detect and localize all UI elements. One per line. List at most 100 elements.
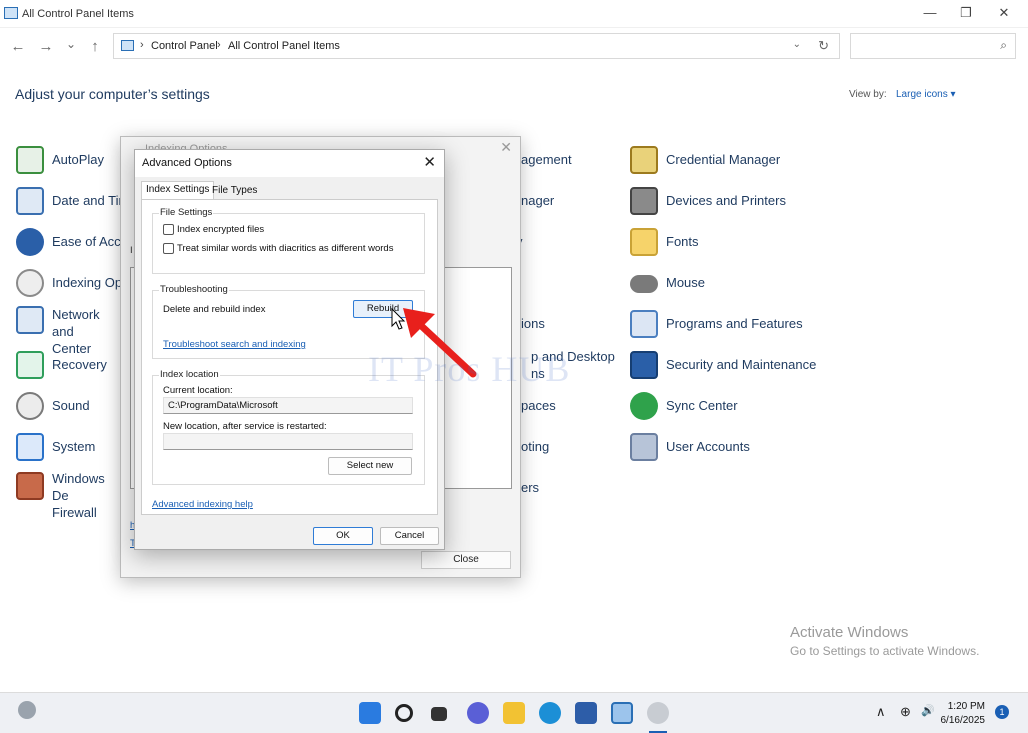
checkbox[interactable] (163, 243, 174, 254)
breadcrumb-control-panel[interactable]: Control Panel (151, 40, 218, 52)
chevron-down-icon[interactable]: ⌄ (793, 39, 801, 50)
index-location-group: Index location Current location: C:\Prog… (152, 369, 425, 485)
cp-item-ease-of-access[interactable]: Ease of Acce (16, 228, 128, 262)
search-icon[interactable] (395, 704, 413, 722)
cp-item-recovery[interactable]: Recovery (16, 351, 116, 385)
indexing-options-icon[interactable] (647, 702, 669, 724)
activation-subtitle: Go to Settings to activate Windows. (790, 644, 980, 658)
globe-icon[interactable]: ⊕ (900, 704, 911, 720)
firewall-icon (16, 472, 44, 500)
devices-printers-icon (630, 187, 658, 215)
cp-item-fragment[interactable]: oting (521, 438, 549, 455)
forward-button[interactable]: → (37, 38, 55, 55)
title-bar: All Control Panel Items — ❐ ✕ (0, 0, 1028, 28)
cp-item-sound[interactable]: Sound (16, 392, 116, 426)
navigation-bar: ← → ⌄ ↑ › Control Panel › All Control Pa… (0, 28, 1028, 68)
checkbox[interactable] (163, 224, 174, 235)
cp-item-user-accounts[interactable]: User Accounts (630, 433, 830, 467)
cp-item-network[interactable]: Network and Center (16, 306, 116, 356)
edge-icon[interactable] (539, 702, 561, 724)
refresh-icon[interactable]: ↻ (818, 38, 829, 54)
mouse-icon (630, 275, 658, 293)
cp-item-fragment[interactable]: ions (521, 315, 545, 332)
sound-icon (16, 392, 44, 420)
speaker-icon[interactable]: 🔊 (921, 704, 935, 717)
new-location-field (163, 433, 413, 450)
file-explorer-icon[interactable] (503, 702, 525, 724)
minimize-button[interactable]: — (915, 4, 945, 22)
search-input[interactable]: ⌕ (850, 33, 1016, 59)
security-maintenance-icon (630, 351, 658, 379)
store-icon[interactable] (575, 702, 597, 724)
rebuild-description: Delete and rebuild index (163, 304, 266, 315)
view-by-label: View by: (849, 89, 887, 100)
ease-of-access-icon (16, 228, 44, 256)
chat-icon[interactable] (467, 702, 489, 724)
close-button[interactable]: ✕ (989, 4, 1019, 22)
page-title: Adjust your computer’s settings (15, 86, 210, 102)
back-button[interactable]: ← (9, 38, 27, 55)
recent-locations-button[interactable]: ⌄ (62, 37, 80, 51)
task-view-icon[interactable] (431, 707, 447, 721)
cp-item-credential-manager[interactable]: Credential Manager (630, 146, 830, 180)
advanced-help-link[interactable]: Advanced indexing help (152, 499, 253, 510)
cp-item-fragment[interactable]: paces (521, 397, 556, 414)
cp-item-system[interactable]: System (16, 433, 116, 467)
cp-item-sync-center[interactable]: Sync Center (630, 392, 830, 426)
dialog-title: Advanced Options (142, 157, 232, 169)
programs-features-icon (630, 310, 658, 338)
cp-item-fonts[interactable]: Fonts (630, 228, 830, 262)
dialog-text-fragment: I (130, 245, 133, 256)
up-button[interactable]: ↑ (86, 38, 104, 55)
close-dialog-button[interactable]: Close (421, 551, 511, 569)
window-title: All Control Panel Items (22, 8, 134, 20)
close-icon[interactable]: ✕ (500, 139, 512, 156)
troubleshoot-link[interactable]: Troubleshoot search and indexing (163, 339, 306, 350)
clock[interactable]: 1:20 PM 6/16/2025 (941, 700, 986, 728)
cp-item-autoplay[interactable]: AutoPlay (16, 146, 116, 180)
cp-item-fragment[interactable]: nager (521, 192, 554, 209)
cp-item-fragment[interactable]: agement (521, 151, 572, 168)
ok-button[interactable]: OK (313, 527, 373, 545)
view-by-dropdown[interactable]: Large icons ▾ (896, 89, 956, 100)
current-location-field: C:\ProgramData\Microsoft (163, 397, 413, 414)
breadcrumb-separator: › (217, 39, 221, 51)
index-encrypted-checkbox[interactable]: Index encrypted files (163, 224, 264, 238)
control-panel-icon[interactable] (611, 702, 633, 724)
cp-item-devices-printers[interactable]: Devices and Printers (630, 187, 830, 221)
tab-file-types[interactable]: File Types (208, 183, 261, 200)
cp-item-fragment[interactable]: ers (521, 479, 539, 496)
tab-index-settings[interactable]: Index Settings (141, 181, 215, 200)
activation-title: Activate Windows (790, 624, 909, 641)
cp-item-programs-features[interactable]: Programs and Features (630, 310, 830, 344)
cp-item-firewall[interactable]: Windows De Firewall (16, 470, 116, 520)
select-new-button[interactable]: Select new (328, 457, 412, 475)
close-icon[interactable]: ✕ (423, 153, 436, 171)
group-title: File Settings (159, 207, 214, 218)
cp-item-indexing-options[interactable]: Indexing Op (16, 269, 122, 303)
search-icon: ⌕ (1000, 38, 1007, 52)
breadcrumb-all-items[interactable]: All Control Panel Items (228, 40, 340, 52)
control-panel-icon (4, 7, 18, 19)
system-icon (16, 433, 44, 461)
diacritics-checkbox[interactable]: Treat similar words with diacritics as d… (163, 243, 393, 257)
notification-badge[interactable]: 1 (995, 705, 1009, 719)
sync-center-icon (630, 392, 658, 420)
date-time-icon (16, 187, 44, 215)
maximize-button[interactable]: ❐ (951, 4, 981, 22)
credential-manager-icon (630, 146, 658, 174)
weather-icon[interactable] (18, 701, 36, 719)
start-icon[interactable] (359, 702, 381, 724)
control-panel-icon (121, 40, 134, 51)
address-bar[interactable]: › Control Panel › All Control Panel Item… (113, 33, 840, 59)
autoplay-icon (16, 146, 44, 174)
cp-item-date-time[interactable]: Date and Tin (16, 187, 126, 221)
cp-item-mouse[interactable]: Mouse (630, 269, 830, 303)
group-title: Troubleshooting (159, 284, 229, 295)
cp-item-security-maintenance[interactable]: Security and Maintenance (630, 351, 830, 385)
cancel-button[interactable]: Cancel (380, 527, 439, 545)
recovery-icon (16, 351, 44, 379)
chevron-up-icon[interactable]: ∧ (876, 704, 886, 720)
user-accounts-icon (630, 433, 658, 461)
date: 6/16/2025 (940, 715, 986, 726)
